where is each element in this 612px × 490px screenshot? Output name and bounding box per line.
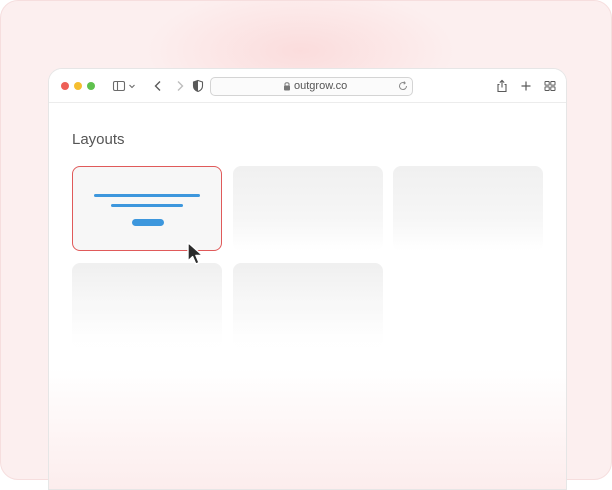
address-url: outgrow.co	[294, 80, 348, 92]
sidebar-icon[interactable]	[111, 78, 127, 94]
minimize-window-button[interactable]	[74, 82, 82, 90]
layout-preview-subheading-line	[111, 204, 183, 207]
address-bar[interactable]: outgrow.co	[210, 77, 413, 96]
back-icon[interactable]	[150, 78, 166, 94]
layout-preview-heading-line	[94, 194, 200, 197]
page-title: Layouts	[72, 131, 125, 148]
background-stage: outgrow.co Layouts	[0, 0, 612, 490]
reload-icon[interactable]	[397, 80, 409, 92]
layout-preview-button	[132, 219, 164, 226]
layout-card[interactable]	[393, 166, 543, 251]
tab-overview-icon[interactable]	[542, 78, 558, 94]
browser-toolbar: outgrow.co	[49, 69, 566, 103]
zoom-window-button[interactable]	[87, 82, 95, 90]
close-window-button[interactable]	[61, 82, 69, 90]
chevron-down-icon[interactable]	[127, 78, 137, 94]
lock-icon	[284, 82, 290, 91]
forward-icon[interactable]	[172, 78, 188, 94]
browser-window: outgrow.co Layouts	[48, 68, 567, 490]
shield-icon[interactable]	[190, 78, 206, 94]
layout-card[interactable]	[233, 166, 383, 251]
share-icon[interactable]	[494, 78, 510, 94]
new-tab-icon[interactable]	[518, 78, 534, 94]
layout-card-selected[interactable]	[72, 166, 222, 251]
mouse-cursor-icon	[187, 241, 204, 265]
bottom-fade-overlay	[49, 269, 566, 489]
